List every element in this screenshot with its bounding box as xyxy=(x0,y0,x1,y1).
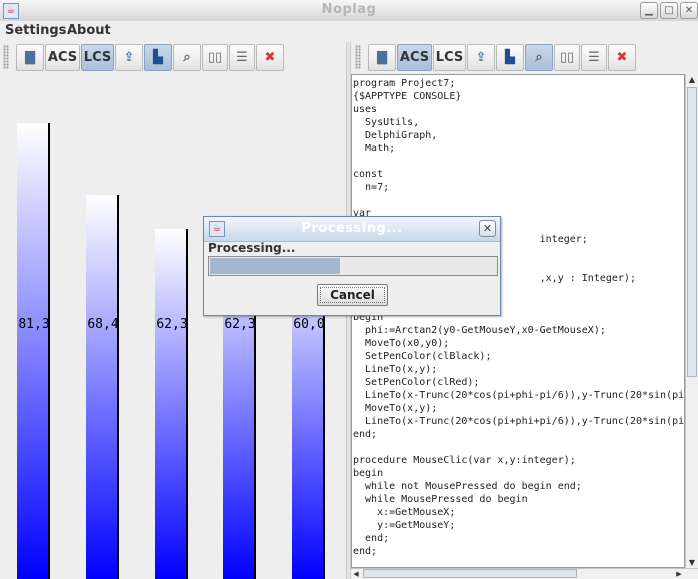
similarity-bar-label: 81,3 xyxy=(18,317,50,332)
export-button[interactable]: ⇪ xyxy=(467,44,495,71)
left-toolbar: ▇ ACS LCS ⇪ ▙ ⌕ ▯▯ ☰ ✖ xyxy=(0,42,346,73)
code-line: MoveTo(x,y); xyxy=(353,403,438,414)
code-line: y:=GetMouseY; xyxy=(353,520,456,531)
window-title: Noplag xyxy=(321,2,377,17)
split-vertical-button[interactable]: ▯▯ xyxy=(554,44,580,71)
code-line: procedure MouseClic(var x,y:integer); xyxy=(353,455,576,466)
split-vertical-button[interactable]: ▯▯ xyxy=(202,44,228,71)
similarity-bar-label: 60,0 xyxy=(293,317,325,332)
dialog-title: Processing... xyxy=(301,221,403,236)
code-line: while MousePressed do begin xyxy=(353,494,528,505)
export-icon: ⇪ xyxy=(475,50,487,65)
find-button[interactable]: ⌕ xyxy=(173,44,201,71)
code-line: SysUtils, xyxy=(353,117,420,128)
lcs-button[interactable]: LCS xyxy=(81,44,114,71)
find-button[interactable]: ⌕ xyxy=(525,44,553,71)
magnifier-icon: ⌕ xyxy=(535,50,543,65)
code-line: begin xyxy=(353,468,384,479)
acs-button[interactable]: ACS xyxy=(45,44,80,71)
toolbar-grip[interactable] xyxy=(355,45,361,69)
similarity-bar[interactable] xyxy=(17,123,50,579)
code-line: LineTo(x,y); xyxy=(353,364,438,375)
code-line: x:=GetMouseX; xyxy=(353,507,456,518)
close-red-icon: ✖ xyxy=(616,50,628,65)
code-line: end; xyxy=(353,429,378,440)
chart-button[interactable]: ▙ xyxy=(144,44,172,71)
maximize-button[interactable]: □ xyxy=(660,2,678,19)
code-line: program Project7; xyxy=(353,78,456,89)
export-icon: ⇪ xyxy=(123,50,135,65)
processing-message: Processing... xyxy=(208,241,296,255)
close-panel-button[interactable]: ✖ xyxy=(608,44,636,71)
code-line: MoveTo(x0,y0); xyxy=(353,338,450,349)
dialog-titlebar: ☕ Processing... ✕ xyxy=(204,217,500,242)
export-button[interactable]: ⇪ xyxy=(115,44,143,71)
progress-bar xyxy=(208,256,498,276)
code-line: SetPenColor(clBlack); xyxy=(353,351,492,362)
close-red-icon: ✖ xyxy=(264,50,276,65)
scroll-down-icon[interactable]: ▼ xyxy=(687,557,697,568)
lcs-button[interactable]: LCS xyxy=(433,44,466,71)
right-toolbar: ▇ ACS LCS ⇪ ▙ ⌕ ▯▯ ☰ ✖ xyxy=(352,42,698,73)
horizontal-scroll-thumb[interactable] xyxy=(363,569,577,578)
similarity-bar[interactable] xyxy=(155,229,188,579)
folder-icon: ▇ xyxy=(25,50,35,65)
split-horizontal-icon: ☰ xyxy=(236,50,248,65)
dialog-close-button[interactable]: ✕ xyxy=(479,220,496,237)
code-line: {$APPTYPE CONSOLE} xyxy=(353,91,462,102)
open-folder-button[interactable]: ▇ xyxy=(368,44,396,71)
close-panel-button[interactable]: ✖ xyxy=(256,44,284,71)
scroll-right-icon[interactable]: ▶ xyxy=(674,569,684,579)
code-line: uses xyxy=(353,104,378,115)
chart-button[interactable]: ▙ xyxy=(496,44,524,71)
horizontal-scrollbar[interactable]: ◀ ▶ xyxy=(351,568,698,579)
minimize-button[interactable]: ▁ xyxy=(640,2,658,19)
similarity-bar[interactable] xyxy=(86,195,119,579)
split-vertical-icon: ▯▯ xyxy=(207,50,223,65)
code-line: while not MousePressed do begin end; xyxy=(353,481,582,492)
window-titlebar: ☕ Noplag ▁ □ ✕ xyxy=(0,0,698,22)
code-line: LineTo(x-Trunc(20*cos(pi+phi+pi/6)),y-Tr… xyxy=(353,416,685,427)
vertical-scroll-thumb[interactable] xyxy=(687,87,697,377)
code-line: phi:=Arctan2(y0-GetMouseY,x0-GetMouseX); xyxy=(353,325,606,336)
magnifier-icon: ⌕ xyxy=(183,50,191,65)
menu-bar: Settings About xyxy=(0,21,698,41)
acs-button[interactable]: ACS xyxy=(397,44,432,71)
code-line: SetPenColor(clRed); xyxy=(353,377,480,388)
split-vertical-icon: ▯▯ xyxy=(559,50,575,65)
close-button[interactable]: ✕ xyxy=(680,2,698,19)
similarity-chart-pane: 81,3 68,4 62,3 62,3 60,0 xyxy=(0,74,346,579)
bar-chart-icon: ▙ xyxy=(505,50,515,65)
menu-settings[interactable]: Settings xyxy=(5,23,66,38)
code-editor[interactable]: program Project7; {$APPTYPE CONSOLE} uses … xyxy=(351,74,685,568)
processing-dialog: ☕ Processing... ✕ Processing... Cancel xyxy=(203,216,501,316)
open-folder-button[interactable]: ▇ xyxy=(16,44,44,71)
folder-icon: ▇ xyxy=(377,50,387,65)
similarity-bar-label: 68,4 xyxy=(87,317,119,332)
menu-about[interactable]: About xyxy=(67,23,111,38)
similarity-bar-label: 62,3 xyxy=(224,317,256,332)
code-line: end; xyxy=(353,533,390,544)
code-line: end; xyxy=(353,546,378,557)
split-horizontal-icon: ☰ xyxy=(588,50,600,65)
split-horizontal-button[interactable]: ☰ xyxy=(229,44,255,71)
bar-chart-icon: ▙ xyxy=(153,50,163,65)
code-line: DelphiGraph, xyxy=(353,130,438,141)
vertical-scrollbar[interactable]: ▲ ▼ xyxy=(685,74,698,568)
code-line: LineTo(x-Trunc(20*cos(pi+phi-pi/6)),y-Tr… xyxy=(353,390,685,401)
progress-fill xyxy=(210,258,340,274)
scroll-left-icon[interactable]: ◀ xyxy=(351,569,361,579)
code-line: const xyxy=(353,169,384,180)
toolbar-grip[interactable] xyxy=(3,45,9,69)
scroll-up-icon[interactable]: ▲ xyxy=(687,74,697,85)
code-line: Math; xyxy=(353,143,396,154)
cancel-button[interactable]: Cancel xyxy=(317,284,388,306)
code-line: n=7; xyxy=(353,182,390,193)
similarity-bar-label: 62,3 xyxy=(156,317,188,332)
split-horizontal-button[interactable]: ☰ xyxy=(581,44,607,71)
